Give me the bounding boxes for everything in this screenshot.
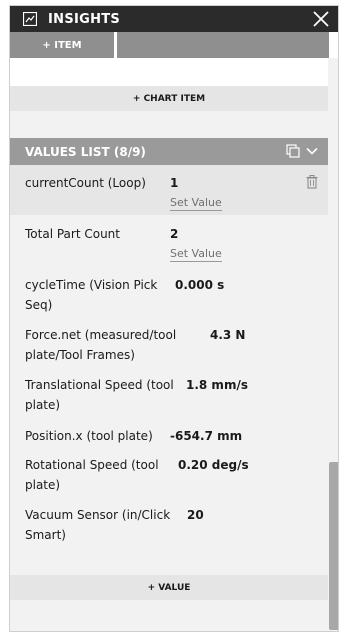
toolbar-blank-button[interactable] — [117, 32, 329, 58]
insights-panel: INSIGHTS + ITEM + CHART ITEM VALUES LIST… — [9, 5, 339, 632]
set-value-link[interactable]: Set Value — [170, 196, 222, 211]
empty-chart-area — [10, 58, 328, 88]
copy-icon[interactable] — [286, 144, 300, 158]
value-reading: 4.3 N — [210, 328, 246, 342]
value-row[interactable]: cycleTime (Vision Pick Seq) 0.000 s — [10, 270, 328, 318]
value-label: Total Part Count — [25, 227, 120, 241]
value-reading: 0.000 s — [175, 278, 225, 292]
value-label: Translational Speed (tool — [25, 378, 174, 392]
close-icon[interactable] — [312, 10, 330, 28]
value-row[interactable]: Force.net (measured/tool plate/Tool Fram… — [10, 320, 328, 368]
scrollbar[interactable] — [328, 58, 338, 631]
value-label: plate/Tool Frames) — [25, 348, 135, 362]
panel-title: INSIGHTS — [48, 11, 121, 27]
value-reading: -654.7 mm — [170, 429, 243, 443]
value-reading: 2 — [170, 227, 179, 241]
value-label: Smart) — [25, 528, 66, 542]
panel-content: + CHART ITEM VALUES LIST (8/9) currentCo… — [10, 58, 328, 631]
add-item-button[interactable]: + ITEM — [10, 32, 114, 58]
set-value-link[interactable]: Set Value — [170, 247, 222, 262]
add-chart-item-button[interactable]: + CHART ITEM — [10, 86, 328, 111]
value-label: Seq) — [25, 298, 53, 312]
chevron-down-icon[interactable] — [306, 145, 318, 157]
value-label: Force.net (measured/tool — [25, 328, 177, 342]
value-reading: 0.20 deg/s — [178, 458, 249, 472]
value-label: cycleTime (Vision Pick — [25, 278, 158, 292]
value-row[interactable]: Rotational Speed (tool plate) 0.20 deg/s — [10, 453, 328, 501]
toolbar: + ITEM — [10, 32, 338, 58]
insights-chart-icon — [23, 12, 37, 26]
scrollbar-thumb[interactable] — [329, 462, 338, 630]
value-label: plate) — [25, 398, 61, 412]
value-label: Position.x (tool plate) — [25, 429, 153, 443]
value-row[interactable]: Total Part Count 2 Set Value — [10, 215, 328, 266]
value-label: currentCount (Loop) — [25, 176, 146, 190]
add-value-button[interactable]: + VALUE — [10, 575, 328, 600]
value-label: plate) — [25, 478, 61, 492]
value-row[interactable]: Translational Speed (tool plate) 1.8 mm/… — [10, 370, 328, 418]
values-list-title: VALUES LIST (8/9) — [25, 144, 146, 159]
value-reading: 1.8 mm/s — [186, 378, 248, 392]
trash-icon[interactable] — [306, 175, 318, 189]
value-reading: 1 — [170, 176, 179, 190]
value-reading: 20 — [187, 508, 204, 522]
title-bar: INSIGHTS — [10, 6, 338, 32]
value-row[interactable]: Position.x (tool plate) -654.7 mm — [10, 422, 328, 450]
value-label: Vacuum Sensor (in/Click — [25, 508, 171, 522]
values-list-header[interactable]: VALUES LIST (8/9) — [10, 138, 328, 165]
value-label: Rotational Speed (tool — [25, 458, 159, 472]
value-row[interactable]: Vacuum Sensor (in/Click Smart) 20 — [10, 503, 328, 551]
value-row[interactable]: currentCount (Loop) 1 Set Value — [10, 165, 328, 215]
